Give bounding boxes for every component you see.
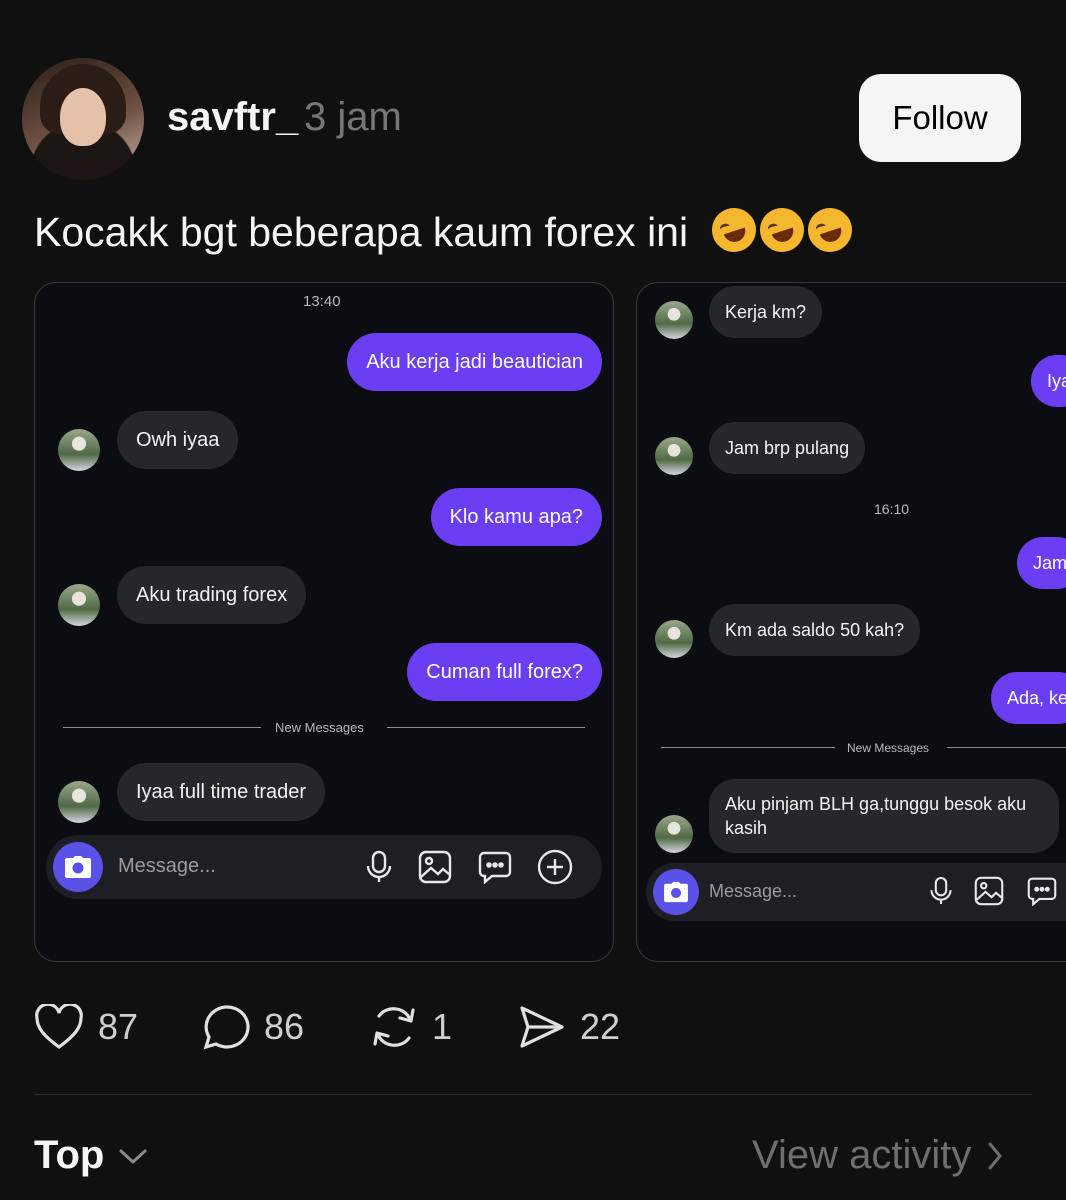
message-bubble-outgoing: Iya (1031, 355, 1066, 407)
image-icon[interactable] (418, 850, 452, 884)
message-bubble-outgoing: Ada, ke (991, 672, 1066, 724)
divider-line (63, 727, 261, 728)
message-bubble-outgoing: Aku kerja jadi beautician (347, 333, 602, 391)
message-bubble-incoming: Owh iyaa (117, 411, 239, 469)
camera-icon (64, 855, 92, 879)
repost-count: 1 (432, 1006, 453, 1047)
like-action[interactable]: 87 (34, 1004, 138, 1050)
avatar[interactable] (22, 58, 144, 180)
share-count: 22 (580, 1006, 621, 1047)
post-caption-text: Kocakk bgt beberapa kaum forex ini (34, 209, 689, 255)
heart-icon[interactable] (34, 1004, 84, 1050)
laughing-emoji-group (705, 202, 858, 258)
send-icon[interactable] (518, 1004, 566, 1050)
sender-avatar (655, 620, 693, 658)
camera-icon (663, 881, 689, 903)
follow-button[interactable]: Follow (859, 74, 1021, 162)
message-composer[interactable]: Message... (646, 863, 1066, 921)
repost-icon[interactable] (370, 1004, 418, 1050)
message-input[interactable]: Message... (709, 881, 797, 902)
message-bubble-incoming: Aku pinjam BLH ga,tunggu besok aku kasih (709, 779, 1059, 853)
image-icon[interactable] (974, 876, 1004, 906)
chevron-down-icon (118, 1147, 148, 1165)
microphone-icon[interactable] (364, 850, 394, 884)
divider-line (661, 747, 835, 748)
sender-avatar (58, 584, 100, 626)
post-caption: Kocakk bgt beberapa kaum forex ini (34, 202, 858, 258)
view-activity-label: View activity (752, 1133, 972, 1177)
message-bubble-incoming: Km ada saldo 50 kah? (709, 604, 921, 656)
message-bubble-incoming: Iyaa full time trader (117, 763, 326, 821)
share-action[interactable]: 22 (518, 1004, 620, 1050)
post-time: 3 jam (304, 95, 402, 139)
message-bubble-outgoing: Jam (1017, 537, 1066, 589)
laughing-emoji-icon (801, 202, 858, 258)
message-bubble-outgoing: Cuman full forex? (407, 643, 602, 701)
divider-line (387, 727, 585, 728)
sender-avatar (655, 437, 693, 475)
sticker-icon[interactable] (1027, 876, 1057, 906)
new-messages-divider: New Messages (847, 741, 930, 755)
sender-avatar (655, 301, 693, 339)
sender-avatar (58, 429, 100, 471)
chat-screenshot-1[interactable]: 13:40 Aku kerja jadi beautician Owh iyaa… (34, 282, 614, 962)
message-bubble-incoming: Jam brp pulang (709, 422, 866, 474)
chat-timestamp: 16:10 (874, 501, 910, 517)
sender-avatar (58, 781, 100, 823)
divider (34, 1094, 1032, 1095)
username[interactable]: savftr_ (167, 95, 298, 140)
divider-line (947, 747, 1066, 748)
message-input[interactable]: Message... (118, 855, 216, 878)
add-icon[interactable] (537, 849, 573, 885)
new-messages-divider: New Messages (275, 720, 364, 735)
sort-label: Top (34, 1133, 105, 1177)
chat-timestamp: 13:40 (303, 293, 341, 310)
chevron-right-icon (987, 1141, 1003, 1171)
comment-action[interactable]: 86 (202, 1004, 304, 1050)
view-activity-link[interactable]: View activity (752, 1133, 1003, 1178)
message-composer[interactable]: Message... (46, 835, 602, 899)
like-count: 87 (98, 1006, 139, 1047)
chat-screenshot-2[interactable]: Kerja km? Iya Jam brp pulang 16:10 Jam K… (636, 282, 1066, 962)
sticker-icon[interactable] (478, 850, 512, 884)
message-bubble-incoming: Aku trading forex (117, 566, 307, 624)
message-bubble-outgoing: Klo kamu apa? (430, 488, 602, 546)
comment-count: 86 (264, 1006, 305, 1047)
comment-bubble-icon[interactable] (202, 1004, 250, 1050)
sender-avatar (655, 815, 693, 853)
sort-dropdown[interactable]: Top (34, 1133, 148, 1178)
camera-button[interactable] (53, 842, 103, 892)
camera-button[interactable] (653, 869, 699, 915)
message-bubble-incoming: Kerja km? (709, 286, 823, 338)
microphone-icon[interactable] (928, 876, 954, 906)
repost-action[interactable]: 1 (370, 1004, 452, 1050)
laughing-emoji-icon (705, 202, 762, 258)
laughing-emoji-icon (753, 202, 810, 258)
